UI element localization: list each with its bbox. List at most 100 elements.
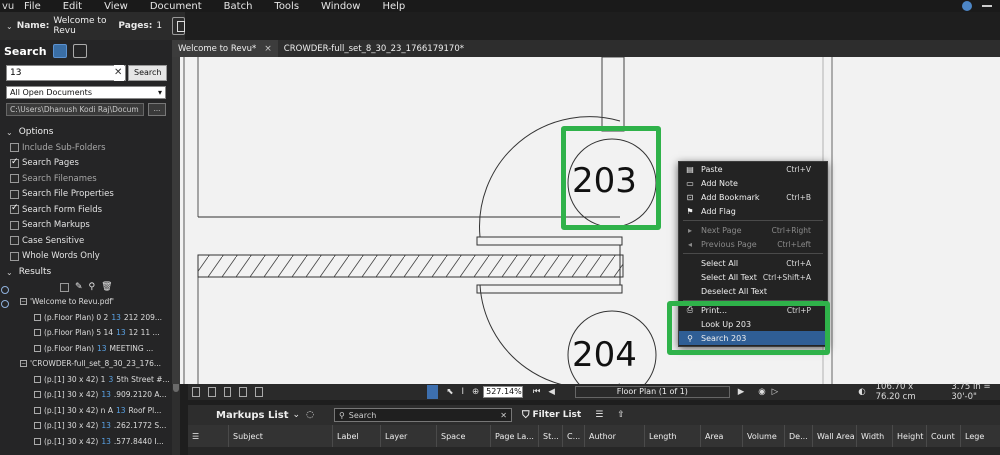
option-row[interactable]: Whole Words Only xyxy=(0,249,172,265)
expand-toggle-icon[interactable]: − xyxy=(20,298,27,306)
result-item[interactable]: − 'Welcome to Revu.pdf' xyxy=(0,294,172,310)
column-header[interactable]: Area xyxy=(700,425,742,447)
menu-view[interactable]: View xyxy=(104,1,128,12)
option-checkbox[interactable] xyxy=(10,189,19,199)
option-checkbox[interactable] xyxy=(10,236,19,246)
expand-toggle-icon[interactable] xyxy=(34,422,41,430)
next-page-icon[interactable]: ▶ xyxy=(738,387,745,397)
option-row[interactable]: Search Form Fields xyxy=(0,202,172,218)
option-row[interactable]: Search Markups xyxy=(0,218,172,234)
result-item[interactable]: − 'CROWDER-full_set_8_30_23_176... xyxy=(0,356,172,372)
column-header[interactable]: Space xyxy=(436,425,490,447)
menu-help[interactable]: Help xyxy=(382,1,405,12)
column-header[interactable]: Author xyxy=(584,425,644,447)
option-row[interactable]: Include Sub-Folders xyxy=(0,140,172,156)
first-page-icon[interactable]: ⏮ xyxy=(533,387,541,397)
option-checkbox[interactable] xyxy=(10,203,19,215)
column-settings-icon[interactable]: ☰ xyxy=(595,410,603,420)
option-row[interactable]: Search Pages xyxy=(0,156,172,172)
visibility-icon[interactable]: ◌ xyxy=(306,410,314,420)
trash-icon[interactable]: 🗑 xyxy=(101,282,112,292)
context-menu-item[interactable]: Select All Text Ctrl+Shift+A xyxy=(679,270,827,284)
gear-icon[interactable] xyxy=(1,300,9,308)
context-menu-item[interactable]: ⚑ Add Flag xyxy=(679,204,827,218)
column-header[interactable]: Wall Area xyxy=(812,425,856,447)
option-row[interactable]: Search File Properties xyxy=(0,187,172,203)
option-row[interactable]: Case Sensitive xyxy=(0,233,172,249)
forward-icon[interactable]: ▷ xyxy=(772,387,779,397)
chevron-down-icon[interactable]: ⌄ xyxy=(6,22,13,31)
zoom-level[interactable]: 527.14% xyxy=(483,386,523,398)
column-header[interactable]: Height xyxy=(892,425,926,447)
expand-toggle-icon[interactable] xyxy=(34,329,41,337)
split-horizontal-icon[interactable] xyxy=(207,387,216,397)
browse-button[interactable]: ... xyxy=(148,102,166,116)
menu-edit[interactable]: Edit xyxy=(63,1,82,12)
menu-batch[interactable]: Batch xyxy=(224,1,253,12)
document-tab[interactable]: Welcome to Revu* × xyxy=(172,40,278,57)
visual-search-mode-icon[interactable] xyxy=(72,44,87,58)
context-menu-item[interactable]: Deselect All Text xyxy=(679,284,827,298)
menu-file[interactable]: File xyxy=(24,1,41,12)
close-icon[interactable]: × xyxy=(264,44,272,54)
zoom-icon[interactable]: ⊕ xyxy=(472,387,479,397)
page-navigator[interactable]: Floor Plan (1 of 1) xyxy=(574,386,730,398)
chevron-down-icon[interactable]: ⌄ xyxy=(293,410,301,420)
menu-tools[interactable]: Tools xyxy=(274,1,299,12)
expand-toggle-icon[interactable] xyxy=(34,313,41,321)
context-menu-item[interactable]: Select All Ctrl+A xyxy=(679,256,827,270)
result-item[interactable]: (p.Floor Plan) 0 2 13 212 209... xyxy=(0,310,172,326)
option-row[interactable]: Search Filenames xyxy=(0,171,172,187)
export-icon[interactable]: ⇧ xyxy=(617,410,625,420)
menu-window[interactable]: Window xyxy=(321,1,360,12)
context-menu-item[interactable]: ▤ Paste Ctrl+V xyxy=(679,162,827,176)
crop-icon[interactable] xyxy=(255,387,263,397)
results-section-header[interactable]: ⌄ Results xyxy=(0,264,172,280)
search-button[interactable]: Search xyxy=(128,65,168,81)
search-icon[interactable] xyxy=(1,286,9,294)
filter-list-label[interactable]: Filter List xyxy=(532,410,581,420)
back-icon[interactable]: ◉ xyxy=(758,387,765,397)
result-item[interactable]: (p.[1] 30 x 42) 1 3 5th Street #... xyxy=(0,372,172,388)
column-header[interactable]: Layer xyxy=(380,425,436,447)
context-menu-item[interactable]: ▭ Add Note xyxy=(679,176,827,190)
list-view-icon[interactable]: ☰ xyxy=(188,425,228,447)
result-item[interactable]: (p.[1] 30 x 42) 13.909.2120 A... xyxy=(0,387,172,403)
close-icon[interactable]: ✕ xyxy=(500,411,507,420)
search-path-field[interactable]: C:\Users\Dhanush Kodi Raj\Docum xyxy=(6,102,144,116)
drawing-scale[interactable]: 3.75 in = 30'-0" xyxy=(951,382,1000,402)
single-page-icon[interactable] xyxy=(192,387,200,397)
column-header[interactable]: St... xyxy=(538,425,562,447)
prev-page-icon[interactable]: ◀ xyxy=(548,387,555,397)
column-header[interactable]: Lege xyxy=(960,425,988,447)
result-item[interactable]: (p.[1] 30 x 42) 13.577.8440 I... xyxy=(0,434,172,450)
column-header[interactable]: Subject xyxy=(228,425,332,447)
expand-toggle-icon[interactable] xyxy=(34,391,41,399)
context-menu-item[interactable]: ⊡ Add Bookmark Ctrl+B xyxy=(679,190,827,204)
result-item[interactable]: (p.[1] 30 x 42) n A 13 Roof Pl... xyxy=(0,403,172,419)
contrast-icon[interactable]: ◐ xyxy=(858,387,865,397)
menu-document[interactable]: Document xyxy=(150,1,202,12)
markups-list-title[interactable]: Markups List xyxy=(216,410,289,421)
expand-toggle-icon[interactable]: − xyxy=(20,360,27,368)
column-header[interactable]: Count xyxy=(926,425,960,447)
select-all-results-checkbox[interactable] xyxy=(60,282,69,292)
option-checkbox[interactable] xyxy=(10,143,19,153)
markup-results-icon[interactable]: ✎ xyxy=(75,282,83,292)
column-header[interactable]: C... xyxy=(562,425,584,447)
document-tab[interactable]: CROWDER-full_set_8_30_23_1766179170* xyxy=(278,40,470,57)
option-checkbox[interactable] xyxy=(10,220,19,230)
clear-search-icon[interactable]: ✕ xyxy=(114,65,124,81)
expand-toggle-icon[interactable] xyxy=(34,406,41,414)
search-input[interactable] xyxy=(6,65,126,81)
filter-icon[interactable]: ⛉ xyxy=(522,410,530,421)
column-header[interactable]: Label xyxy=(332,425,380,447)
option-checkbox[interactable] xyxy=(10,251,19,261)
search-scope-select[interactable]: All Open Documents ▾ xyxy=(6,85,166,99)
search-options-icon[interactable]: ⚲ xyxy=(89,282,96,292)
expand-toggle-icon[interactable] xyxy=(34,437,41,445)
column-header[interactable]: Volume xyxy=(742,425,784,447)
text-search-mode-icon[interactable] xyxy=(52,44,67,58)
expand-toggle-icon[interactable] xyxy=(34,344,41,352)
result-item[interactable]: (p.Floor Plan) 13 MEETING ... xyxy=(0,341,172,357)
